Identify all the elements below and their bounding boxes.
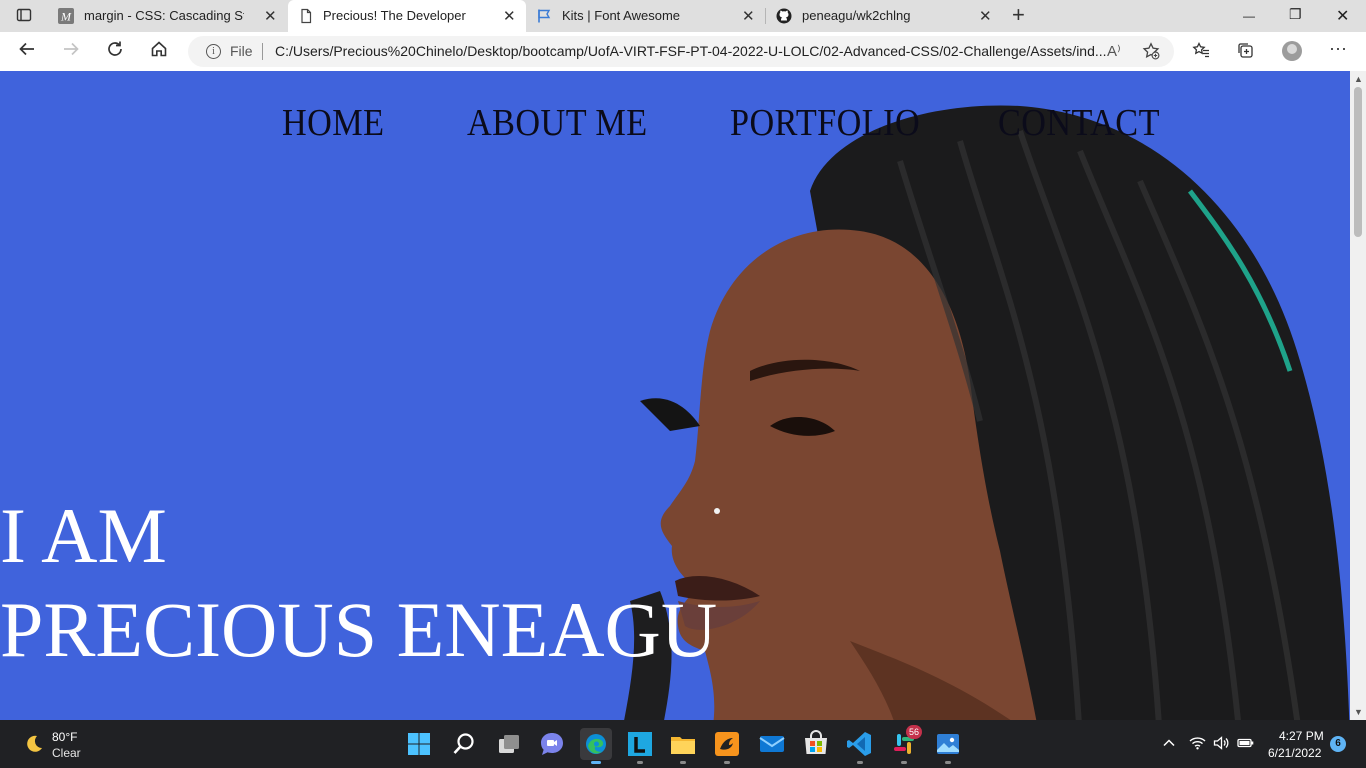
font-awesome-flag-icon	[536, 8, 552, 24]
tab-title: peneagu/wk2chlng	[802, 8, 911, 23]
address-bar[interactable]: i File C:/Users/Precious%20Chinelo/Deskt…	[188, 36, 1174, 67]
read-aloud-icon[interactable]: A⁾	[1107, 42, 1121, 60]
page-icon	[298, 8, 314, 24]
browser-tab-strip: M margin - CSS: Cascading Style Sh ✕ Pre…	[0, 0, 1366, 32]
chevron-up-icon[interactable]	[1162, 736, 1176, 753]
weather-condition[interactable]: Clear	[52, 746, 81, 760]
vscode-icon[interactable]	[844, 728, 876, 764]
mdn-m-icon: M	[58, 8, 74, 24]
l-app-icon[interactable]	[624, 728, 656, 764]
windows-taskbar: 80°F Clear 56 4:27 PM 6/21/2022 6	[0, 720, 1366, 768]
search-icon[interactable]	[448, 728, 480, 760]
tab-precious-developer[interactable]: Precious! The Developer ✕	[288, 0, 526, 32]
new-tab-button[interactable]: +	[1012, 4, 1025, 26]
github-icon	[776, 8, 792, 24]
slack-unread-badge: 56	[906, 725, 922, 739]
back-arrow-icon[interactable]	[18, 40, 36, 63]
weather-temperature[interactable]: 80°F	[52, 730, 77, 744]
close-window-button[interactable]: ✕	[1336, 6, 1349, 26]
mail-icon[interactable]	[756, 728, 788, 760]
tab-title: Precious! The Developer	[323, 8, 466, 23]
refresh-icon[interactable]	[106, 40, 124, 63]
more-menu-icon[interactable]: ···	[1329, 38, 1347, 59]
running-indicator	[637, 761, 643, 764]
browser-toolbar: i File C:/Users/Precious%20Chinelo/Deskt…	[0, 32, 1366, 72]
tab-github[interactable]: peneagu/wk2chlng ✕	[768, 0, 1004, 32]
notification-count-badge[interactable]: 6	[1330, 736, 1346, 752]
running-indicator	[680, 761, 686, 764]
tab-title: margin - CSS: Cascading Style Sh	[84, 8, 244, 23]
scroll-down-arrow-icon[interactable]: ▼	[1354, 707, 1363, 717]
clock-date[interactable]: 6/21/2022	[1268, 746, 1321, 760]
running-indicator	[945, 761, 951, 764]
tab-close-button[interactable]: ✕	[979, 7, 992, 25]
restore-button[interactable]: ❐	[1289, 6, 1302, 23]
minimize-button[interactable]: —	[1243, 9, 1255, 23]
wifi-icon[interactable]	[1189, 736, 1206, 753]
tab-font-awesome[interactable]: Kits | Font Awesome ✕	[528, 0, 764, 32]
running-indicator	[724, 761, 730, 764]
hero-title-line2: PRECIOUS ENEAGU	[0, 586, 718, 673]
omnibox-divider	[262, 43, 263, 60]
volume-icon[interactable]	[1213, 736, 1230, 753]
file-scheme-label: File	[230, 43, 253, 59]
battery-icon[interactable]	[1237, 736, 1255, 753]
svg-text:M: M	[60, 10, 72, 24]
nav-link-home[interactable]: HOME	[282, 101, 385, 145]
photos-icon[interactable]	[932, 728, 964, 764]
tab-close-button[interactable]: ✕	[503, 7, 516, 25]
profile-avatar[interactable]	[1282, 41, 1302, 61]
scroll-thumb[interactable]	[1354, 87, 1362, 237]
scroll-up-arrow-icon[interactable]: ▲	[1354, 74, 1363, 84]
home-icon[interactable]	[150, 40, 168, 63]
running-indicator	[901, 761, 907, 764]
info-icon[interactable]: i	[206, 44, 221, 59]
favorites-icon[interactable]	[1192, 41, 1210, 64]
nav-link-contact[interactable]: CONTACT	[998, 101, 1160, 145]
forward-arrow-icon[interactable]	[62, 40, 80, 63]
windows-start-icon[interactable]	[403, 728, 435, 760]
teams-chat-icon[interactable]	[536, 728, 568, 760]
nav-link-about-me[interactable]: ABOUT ME	[467, 101, 648, 145]
task-view-icon[interactable]	[493, 728, 525, 760]
hero-title-line1: I AM	[0, 492, 167, 579]
file-explorer-icon[interactable]	[667, 728, 699, 764]
nav-link-portfolio[interactable]: PORTFOLIO	[730, 101, 920, 145]
tab-divider	[765, 8, 766, 24]
slack-icon[interactable]: 56	[888, 725, 922, 764]
ink-app-icon[interactable]	[711, 728, 743, 764]
tab-close-button[interactable]: ✕	[264, 7, 277, 25]
tab-title: Kits | Font Awesome	[562, 8, 681, 23]
tab-close-button[interactable]: ✕	[742, 7, 755, 25]
tab-mdn-margin[interactable]: M margin - CSS: Cascading Style Sh ✕	[50, 0, 286, 32]
page-scrollbar[interactable]: ▲ ▼	[1350, 71, 1366, 720]
url-text[interactable]: C:/Users/Precious%20Chinelo/Desktop/boot…	[275, 43, 1107, 59]
running-indicator	[857, 761, 863, 764]
add-favorite-icon[interactable]	[1142, 42, 1160, 64]
tab-actions-icon[interactable]	[16, 7, 32, 28]
active-indicator	[591, 761, 601, 764]
moon-icon[interactable]	[22, 733, 44, 760]
collections-icon[interactable]	[1236, 41, 1254, 64]
clock-time[interactable]: 4:27 PM	[1279, 729, 1324, 743]
page-hero-section: HOME ABOUT ME PORTFOLIO CONTACT I AM PRE…	[0, 71, 1350, 720]
edge-icon[interactable]	[580, 728, 612, 764]
store-icon[interactable]	[800, 728, 832, 760]
